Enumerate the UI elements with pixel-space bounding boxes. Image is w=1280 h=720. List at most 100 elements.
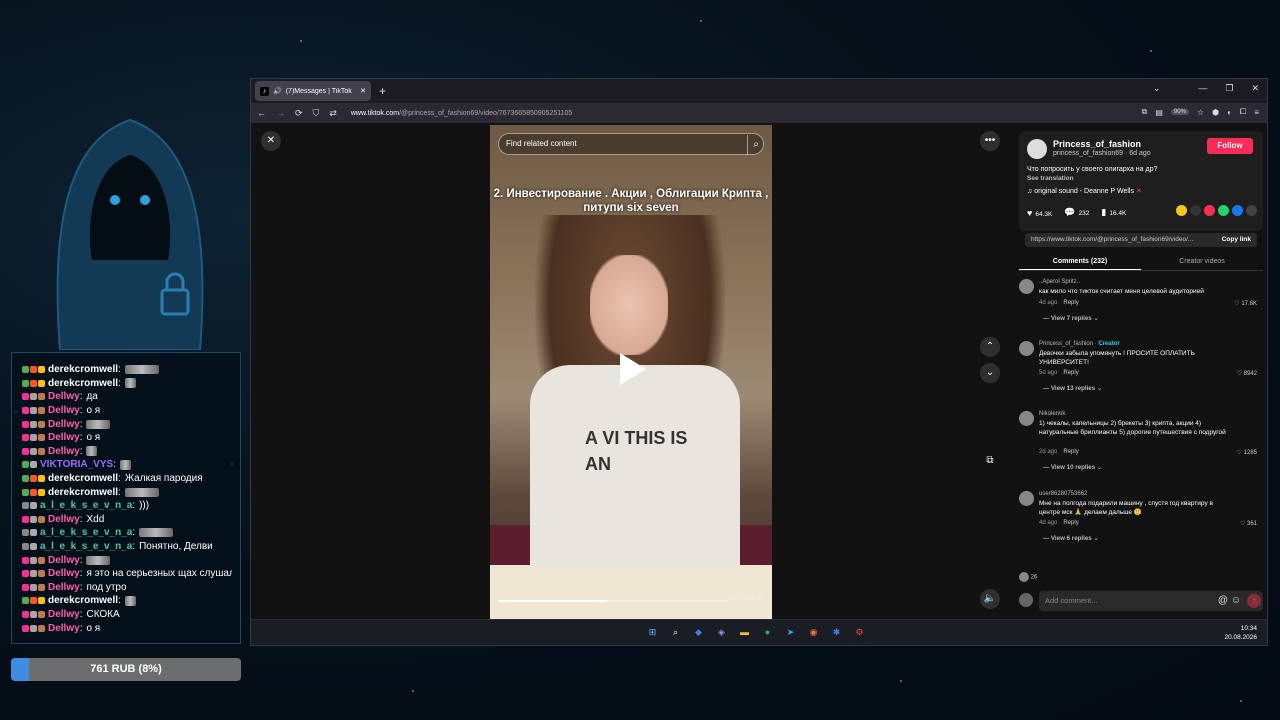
sound-link[interactable]: ♫ original sound - Deanne P Wells ✕	[1027, 187, 1142, 195]
mention-icon[interactable]: @	[1218, 595, 1228, 606]
comment-button[interactable]: 💬 232	[1064, 207, 1089, 218]
vscode-icon[interactable]: ◆	[691, 625, 706, 640]
windows-start-icon[interactable]: ⊞	[645, 625, 660, 640]
chat-username[interactable]: Dellwy	[48, 419, 80, 430]
shield-icon[interactable]: ⛉	[313, 108, 320, 119]
tab-tiktok-messages[interactable]: ♪ 🔊 (7)Messages | TikTok ✕	[255, 81, 371, 101]
avatar[interactable]	[1019, 411, 1034, 426]
play-icon[interactable]	[620, 353, 646, 385]
comment-username[interactable]: ..Aperol Spritz..	[1039, 279, 1080, 285]
search-icon[interactable]: ⌕	[668, 625, 683, 640]
view-replies-button[interactable]: — View 13 replies ⌄	[1043, 385, 1102, 392]
extensions-puzzle-icon[interactable]: ⧠	[1240, 107, 1246, 117]
volume-button[interactable]: 🔈	[980, 589, 1000, 609]
permissions-icon[interactable]: ⇄	[329, 108, 337, 119]
reply-button[interactable]: Reply	[1063, 300, 1078, 306]
chat-username[interactable]: a_l_e_k_s_e_v_n_a	[40, 527, 132, 538]
address-bar[interactable]: www.tiktok.com/@princess_of_fashion69/vi…	[351, 110, 572, 117]
facebook-icon[interactable]	[1232, 205, 1243, 216]
account-icon[interactable]: ◐	[1227, 108, 1232, 117]
telegram-icon[interactable]: ➤	[783, 625, 798, 640]
chat-username[interactable]: Dellwy	[48, 432, 80, 443]
tab-comments[interactable]: Comments (232)	[1019, 255, 1141, 270]
chat-username[interactable]: a_l_e_k_s_e_v_n_a	[40, 500, 132, 511]
friends-share-icon[interactable]	[1204, 205, 1215, 216]
video-progress-bar[interactable]	[498, 600, 728, 602]
close-window-button[interactable]: ✕	[1251, 83, 1259, 94]
new-tab-button[interactable]: +	[379, 84, 386, 98]
like-button[interactable]: ♥ 64.3K	[1027, 208, 1052, 218]
chat-username[interactable]: Dellwy	[48, 555, 80, 566]
search-icon[interactable]: ⌕	[747, 135, 759, 155]
chat-username[interactable]: Dellwy	[48, 514, 80, 525]
view-replies-button[interactable]: — View 6 replies ⌄	[1043, 535, 1099, 542]
copy-link-button[interactable]: Copy link	[1222, 233, 1251, 247]
author-name[interactable]: Princess_of_fashion	[1053, 139, 1141, 149]
menu-icon[interactable]: ≡	[1254, 108, 1259, 117]
embed-icon[interactable]	[1190, 205, 1201, 216]
save-button[interactable]: ▮ 16.4K	[1101, 207, 1126, 218]
coin-icon[interactable]	[1176, 205, 1187, 216]
translate-icon[interactable]: ⧉	[1142, 107, 1148, 117]
chat-username[interactable]: Dellwy	[48, 623, 80, 634]
emoji-icon[interactable]: ☺	[1231, 595, 1241, 606]
bookmark-star-icon[interactable]: ☆	[1197, 108, 1204, 117]
close-tab-icon[interactable]: ✕	[360, 87, 366, 95]
avatar[interactable]	[1027, 139, 1047, 159]
chat-username[interactable]: derekcromwell	[48, 378, 118, 389]
view-replies-button[interactable]: — View 10 replies ⌄	[1043, 464, 1102, 471]
forward-icon[interactable]: →	[276, 108, 285, 118]
view-replies-button[interactable]: — View 7 replies ⌄	[1043, 315, 1099, 322]
back-icon[interactable]: ←	[257, 108, 266, 118]
comment-like-button[interactable]: ♡ 17.6K	[1234, 300, 1257, 307]
tab-creator-videos[interactable]: Creator videos	[1141, 255, 1263, 270]
send-comment-button[interactable]: ↑	[1247, 594, 1261, 608]
chat-username[interactable]: VIKTORIA_VYS	[40, 459, 113, 470]
reply-button[interactable]: Reply	[1063, 520, 1078, 526]
comment-username[interactable]: Princess_of_fashion · Creator	[1039, 341, 1120, 347]
chat-username[interactable]: a_l_e_k_s_e_v_n_a	[40, 541, 132, 552]
settings-gear-icon[interactable]: ⚙	[852, 625, 867, 640]
spotify-icon[interactable]: ●	[760, 625, 775, 640]
chat-username[interactable]: derekcromwell	[48, 487, 118, 498]
chat-username[interactable]: Dellwy	[48, 391, 80, 402]
picture-in-picture-button[interactable]: ⧉	[980, 451, 1000, 471]
chat-username[interactable]: Dellwy	[48, 582, 80, 593]
comment-like-button[interactable]: ♡ 1285	[1237, 449, 1257, 456]
app-icon[interactable]: ✱	[829, 625, 844, 640]
next-video-button[interactable]: ⌄	[980, 363, 1000, 383]
avatar[interactable]	[1019, 341, 1034, 356]
avatar[interactable]	[1019, 279, 1034, 294]
comment-like-button[interactable]: ♡ 8942	[1237, 370, 1257, 377]
maximize-button[interactable]: ❐	[1225, 83, 1233, 94]
visual-studio-icon[interactable]: ◈	[714, 625, 729, 640]
reload-icon[interactable]: ⟳	[295, 108, 303, 119]
follow-button[interactable]: Follow	[1207, 138, 1253, 154]
speaker-icon[interactable]: 🔊	[273, 87, 282, 95]
comment-username[interactable]: user86280753662	[1039, 491, 1087, 497]
system-clock[interactable]: 10:34 20.08.2026	[1224, 624, 1257, 642]
chat-username[interactable]: Dellwy	[48, 405, 80, 416]
share-arrow-icon[interactable]	[1246, 205, 1257, 216]
reply-button[interactable]: Reply	[1063, 449, 1078, 455]
file-explorer-icon[interactable]: ▬	[737, 625, 752, 640]
reply-button[interactable]: Reply	[1063, 370, 1078, 376]
video-player[interactable]: A VI THIS IS AN Find related content ⌕ 2…	[490, 125, 772, 619]
avatar[interactable]	[1019, 491, 1034, 506]
chat-username[interactable]: Dellwy	[48, 446, 80, 457]
close-video-button[interactable]: ✕	[261, 131, 281, 151]
see-translation-link[interactable]: See translation	[1027, 175, 1074, 182]
find-related-search[interactable]: Find related content ⌕	[498, 133, 764, 155]
reader-mode-icon[interactable]: ▤	[1155, 108, 1163, 117]
chat-username[interactable]: derekcromwell	[48, 364, 118, 375]
zoom-level[interactable]: 90%	[1170, 109, 1189, 115]
extension-icon[interactable]: ⬢	[1212, 108, 1219, 117]
whatsapp-icon[interactable]	[1218, 205, 1229, 216]
tab-list-chevron-icon[interactable]: ⌄	[1153, 83, 1161, 94]
add-comment-input[interactable]: Add comment... @ ☺ ↑	[1039, 591, 1263, 611]
more-options-button[interactable]: •••	[980, 131, 1000, 151]
chat-username[interactable]: derekcromwell	[48, 595, 118, 606]
comment-username[interactable]: Nikolenok	[1039, 411, 1065, 417]
chat-username[interactable]: derekcromwell	[48, 473, 118, 484]
firefox-icon[interactable]: ◉	[806, 625, 821, 640]
